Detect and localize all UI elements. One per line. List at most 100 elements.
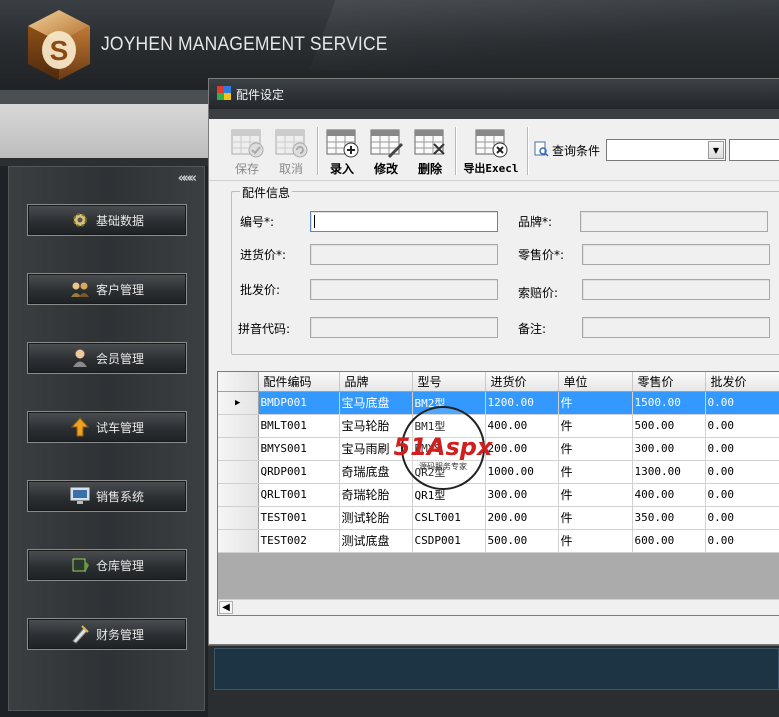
table-cell[interactable]: 500.00: [485, 529, 559, 553]
table-cell[interactable]: QR2型: [412, 460, 486, 484]
table-cell[interactable]: 宝马雨刷: [339, 437, 413, 461]
table-cell[interactable]: 宝马轮胎: [339, 414, 413, 438]
query-condition-select[interactable]: ▼: [606, 139, 726, 161]
query-text-input[interactable]: [729, 139, 779, 161]
column-header[interactable]: 品牌: [339, 372, 413, 392]
table-cell[interactable]: QRLT001: [258, 483, 340, 507]
table-cell[interactable]: 测试轮胎: [339, 506, 413, 530]
column-header[interactable]: 型号: [412, 372, 486, 392]
table-cell[interactable]: 奇瑞轮胎: [339, 483, 413, 507]
collapse-sidebar-button[interactable]: «««: [178, 171, 197, 186]
row-header[interactable]: [218, 483, 259, 507]
row-header[interactable]: [218, 460, 259, 484]
save-button[interactable]: 保存: [225, 125, 269, 177]
table-cell[interactable]: 件: [558, 437, 633, 461]
table-row[interactable]: TEST002 测试底盘 CSDP001 500.00 件 600.00 0.00: [218, 529, 779, 553]
table-cell[interactable]: CSLT001: [412, 506, 486, 530]
row-header[interactable]: ▶: [218, 391, 259, 415]
table-row[interactable]: QRLT001 奇瑞轮胎 QR1型 300.00 件 400.00 0.00: [218, 483, 779, 507]
table-row[interactable]: BMLT001 宝马轮胎 BM1型 400.00 件 500.00 0.00: [218, 414, 779, 438]
table-cell[interactable]: 件: [558, 483, 633, 507]
table-cell[interactable]: 300.00: [485, 483, 559, 507]
code-field[interactable]: [310, 211, 498, 232]
sidebar-item-customers[interactable]: 客户管理: [27, 273, 187, 305]
table-cell[interactable]: BMYS001: [258, 437, 340, 461]
purchase-price-field[interactable]: [310, 244, 498, 265]
parts-grid[interactable]: 配件编码 品牌 型号 进货价 单位 零售价 批发价 ▶ BMDP001 宝马底盘 BM…: [217, 371, 779, 616]
wholesale-price-field[interactable]: [310, 279, 498, 300]
retail-price-field[interactable]: [582, 244, 770, 265]
table-row[interactable]: ▶ BMDP001 宝马底盘 BM2型 1200.00 件 1500.00 0.00: [218, 391, 779, 415]
svg-text:S: S: [50, 35, 69, 66]
row-header[interactable]: [218, 506, 259, 530]
window-titlebar[interactable]: 配件设定: [209, 79, 779, 109]
sidebar-item-finance[interactable]: 财务管理: [27, 618, 187, 650]
table-cell[interactable]: 400.00: [485, 414, 559, 438]
table-cell[interactable]: 1300.00: [632, 460, 706, 484]
horizontal-scrollbar[interactable]: ◀: [218, 599, 779, 615]
remark-field[interactable]: [582, 317, 770, 338]
add-button[interactable]: 录入: [320, 125, 364, 177]
table-cell[interactable]: 0.00: [705, 437, 779, 461]
table-cell[interactable]: 件: [558, 414, 633, 438]
table-row[interactable]: QRDP001 奇瑞底盘 QR2型 1000.00 件 1300.00 0.00: [218, 460, 779, 484]
table-cell[interactable]: TEST002: [258, 529, 340, 553]
chevron-down-icon[interactable]: ▼: [708, 141, 724, 159]
table-cell[interactable]: TEST001: [258, 506, 340, 530]
export-excel-button[interactable]: 导出Execl: [459, 125, 523, 177]
sidebar-item-warehouse[interactable]: 仓库管理: [27, 549, 187, 581]
table-cell[interactable]: 1200.00: [485, 391, 559, 415]
table-cell[interactable]: 测试底盘: [339, 529, 413, 553]
cancel-button[interactable]: 取消: [269, 125, 313, 177]
scroll-left-icon[interactable]: ◀: [219, 601, 233, 614]
sidebar-item-basic-data[interactable]: 基础数据: [27, 204, 187, 236]
column-header[interactable]: 进货价: [485, 372, 559, 392]
table-cell[interactable]: 件: [558, 391, 633, 415]
table-cell[interactable]: 0.00: [705, 483, 779, 507]
table-cell[interactable]: BMDP001: [258, 391, 340, 415]
table-cell[interactable]: BMYS: [412, 437, 486, 461]
column-header[interactable]: 批发价: [705, 372, 779, 392]
table-cell[interactable]: 500.00: [632, 414, 706, 438]
table-cell[interactable]: 奇瑞底盘: [339, 460, 413, 484]
brand-field[interactable]: [580, 211, 768, 232]
table-row[interactable]: TEST001 测试轮胎 CSLT001 200.00 件 350.00 0.00: [218, 506, 779, 530]
table-cell[interactable]: 400.00: [632, 483, 706, 507]
claim-price-field[interactable]: [582, 279, 770, 300]
column-header[interactable]: 配件编码: [258, 372, 340, 392]
table-cell[interactable]: BMLT001: [258, 414, 340, 438]
sidebar-item-members[interactable]: 会员管理: [27, 342, 187, 374]
table-cell[interactable]: BM1型: [412, 414, 486, 438]
table-cell[interactable]: 件: [558, 460, 633, 484]
table-cell[interactable]: 0.00: [705, 414, 779, 438]
table-cell[interactable]: 0.00: [705, 391, 779, 415]
row-header[interactable]: [218, 414, 259, 438]
delete-button[interactable]: 删除: [408, 125, 452, 177]
table-cell[interactable]: BM2型: [412, 391, 486, 415]
table-cell[interactable]: CSDP001: [412, 529, 486, 553]
table-cell[interactable]: 件: [558, 529, 633, 553]
row-header[interactable]: [218, 437, 259, 461]
table-cell[interactable]: 0.00: [705, 529, 779, 553]
table-cell[interactable]: 200.00: [485, 506, 559, 530]
table-cell[interactable]: 300.00: [632, 437, 706, 461]
table-cell[interactable]: 600.00: [632, 529, 706, 553]
column-header[interactable]: 零售价: [632, 372, 706, 392]
table-row[interactable]: BMYS001 宝马雨刷 BMYS 200.00 件 300.00 0.00: [218, 437, 779, 461]
table-cell[interactable]: 1500.00: [632, 391, 706, 415]
table-cell[interactable]: 宝马底盘: [339, 391, 413, 415]
table-cell[interactable]: 350.00: [632, 506, 706, 530]
sidebar-item-sales[interactable]: 销售系统: [27, 480, 187, 512]
table-cell[interactable]: 0.00: [705, 506, 779, 530]
column-header[interactable]: 单位: [558, 372, 633, 392]
table-cell[interactable]: QRDP001: [258, 460, 340, 484]
table-cell[interactable]: 1000.00: [485, 460, 559, 484]
edit-button[interactable]: 修改: [364, 125, 408, 177]
table-cell[interactable]: 件: [558, 506, 633, 530]
sidebar-item-test-drive[interactable]: 试车管理: [27, 411, 187, 443]
table-cell[interactable]: 200.00: [485, 437, 559, 461]
pinyin-code-field[interactable]: [310, 317, 498, 338]
table-cell[interactable]: 0.00: [705, 460, 779, 484]
table-cell[interactable]: QR1型: [412, 483, 486, 507]
row-header[interactable]: [218, 529, 259, 553]
